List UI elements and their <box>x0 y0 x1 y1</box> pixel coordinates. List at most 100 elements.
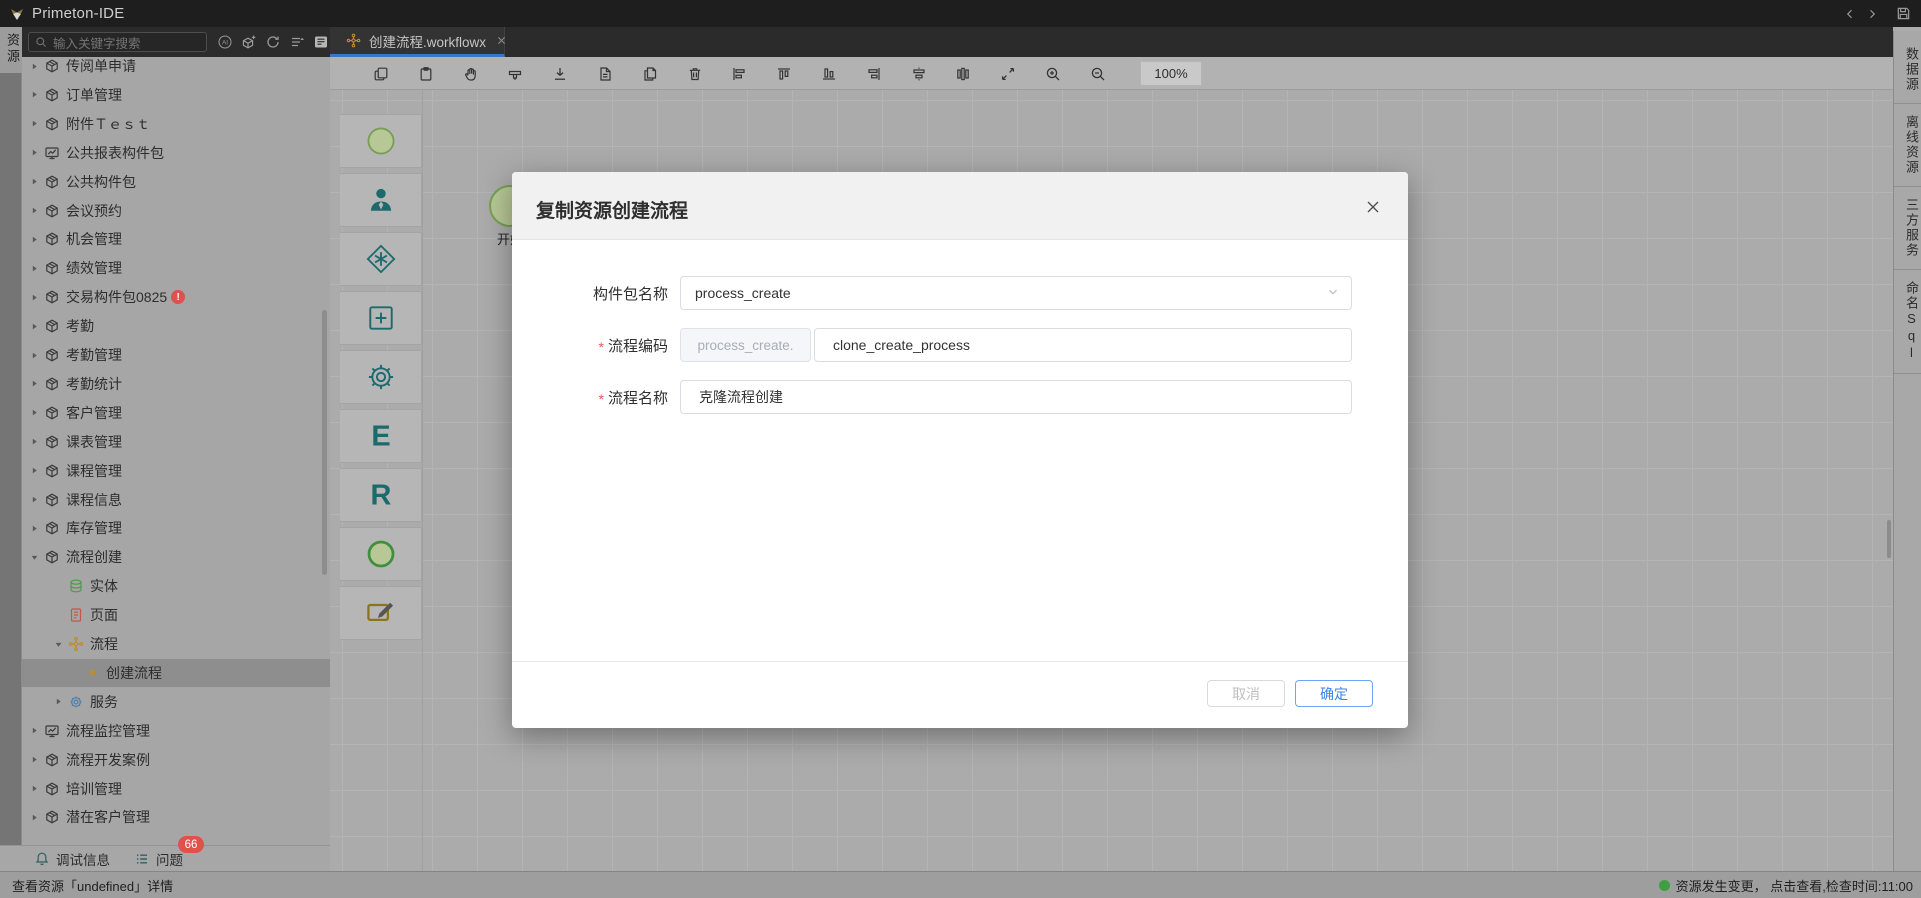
caret-right-icon[interactable] <box>30 322 44 331</box>
search-input[interactable]: 输入关键字搜索 <box>28 32 207 52</box>
align-top-button[interactable] <box>771 61 797 87</box>
status-right[interactable]: 资源发生变更， 点击查看,检查时间:11:00 <box>1659 876 1913 895</box>
hand-button[interactable] <box>458 61 484 87</box>
tab-close-icon[interactable] <box>496 33 507 49</box>
ai-button[interactable]: AI <box>215 33 234 52</box>
caret-right-icon[interactable] <box>30 813 44 822</box>
fit-screen-button[interactable] <box>995 61 1021 87</box>
tree-item[interactable]: 考勤管理 <box>22 341 330 369</box>
tree-item[interactable]: 课程信息 <box>22 486 330 514</box>
delete-button[interactable] <box>682 61 708 87</box>
format-brush-button[interactable] <box>502 61 528 87</box>
caret-right-icon[interactable] <box>30 755 44 764</box>
align-right-button[interactable] <box>861 61 887 87</box>
right-rail-tab[interactable]: 命名Sql <box>1894 270 1921 374</box>
caret-right-icon[interactable] <box>30 408 44 417</box>
tree-item[interactable]: 交易构件包0825! <box>22 283 330 311</box>
tree-item[interactable]: 库存管理 <box>22 514 330 542</box>
cube-plus-button[interactable] <box>239 33 258 52</box>
tree-item[interactable]: 流程监控管理 <box>22 717 330 745</box>
download-button[interactable] <box>547 61 573 87</box>
palette-end-event[interactable] <box>340 527 422 581</box>
tree-scrollbar[interactable] <box>322 310 327 575</box>
caret-right-icon[interactable] <box>30 784 44 793</box>
caret-down-icon[interactable] <box>54 640 68 649</box>
caret-right-icon[interactable] <box>30 264 44 273</box>
tree-item[interactable]: 课表管理 <box>22 428 330 456</box>
tree-item[interactable]: 页面 <box>22 601 330 629</box>
tree-item[interactable]: 课程管理 <box>22 457 330 485</box>
palette-resource-r[interactable]: R <box>340 468 422 522</box>
caret-right-icon[interactable] <box>30 119 44 128</box>
tree-item[interactable]: 实体 <box>22 572 330 600</box>
caret-right-icon[interactable] <box>30 293 44 302</box>
palette-user-task[interactable] <box>340 173 422 227</box>
tree-item[interactable]: 考勤 <box>22 312 330 340</box>
dialog-close-icon[interactable] <box>1362 196 1384 218</box>
caret-right-icon[interactable] <box>30 466 44 475</box>
debug-info-button[interactable]: 调试信息 <box>34 849 110 869</box>
caret-down-icon[interactable] <box>30 553 44 562</box>
nav-forward-icon[interactable] <box>1861 3 1883 25</box>
process-name-input[interactable]: 克隆流程创建 <box>680 380 1352 414</box>
panel-dark-button[interactable] <box>311 33 330 52</box>
ok-button[interactable]: 确定 <box>1295 680 1373 707</box>
canvas-scrollbar[interactable] <box>1887 520 1891 558</box>
zoom-out-button[interactable] <box>1085 61 1111 87</box>
palette-annotation[interactable] <box>340 586 422 640</box>
tree-item[interactable]: 服务 <box>22 688 330 716</box>
palette-start-event[interactable] <box>340 114 422 168</box>
right-rail-tab[interactable]: 三方服务 <box>1894 187 1921 270</box>
caret-right-icon[interactable] <box>30 726 44 735</box>
palette-entity-e[interactable]: E <box>340 409 422 463</box>
tree-item[interactable]: 绩效管理 <box>22 254 330 282</box>
tab-create-process-workflowx[interactable]: 创建流程.workflowx <box>330 27 505 57</box>
zoom-in-button[interactable] <box>1040 61 1066 87</box>
paste-button[interactable] <box>413 61 439 87</box>
file-button[interactable] <box>592 61 618 87</box>
save-icon[interactable] <box>1891 3 1915 25</box>
caret-right-icon[interactable] <box>30 351 44 360</box>
palette-gateway[interactable] <box>340 232 422 286</box>
tree-item[interactable]: 流程 <box>22 630 330 658</box>
tree-item[interactable]: 流程创建 <box>22 543 330 571</box>
caret-right-icon[interactable] <box>30 235 44 244</box>
tree-item[interactable]: 流程开发案例 <box>22 746 330 774</box>
tree-item[interactable]: 培训管理 <box>22 775 330 803</box>
tree-item[interactable]: 机会管理 <box>22 225 330 253</box>
tree-item[interactable]: 会议预约 <box>22 197 330 225</box>
align-bottom-button[interactable] <box>816 61 842 87</box>
copy-file-button[interactable] <box>637 61 663 87</box>
tree-item[interactable]: 订单管理 <box>22 81 330 109</box>
refresh-button[interactable] <box>263 33 282 52</box>
distribute-horizontal-button[interactable] <box>950 61 976 87</box>
palette-subprocess[interactable] <box>340 291 422 345</box>
tree-item[interactable]: 传阅单申请 <box>22 57 330 80</box>
caret-right-icon[interactable] <box>30 148 44 157</box>
problems-button[interactable]: 问题 <box>134 849 183 869</box>
caret-right-icon[interactable] <box>54 697 68 706</box>
nav-back-icon[interactable] <box>1839 3 1861 25</box>
right-rail-tab[interactable]: 离线资源 <box>1894 104 1921 187</box>
right-rail-tab[interactable]: 数据源 <box>1894 36 1921 104</box>
palette-service-task[interactable] <box>340 350 422 404</box>
sort-list-button[interactable] <box>287 33 306 52</box>
tree-item[interactable]: 考勤统计 <box>22 370 330 398</box>
caret-right-icon[interactable] <box>30 495 44 504</box>
caret-right-icon[interactable] <box>30 379 44 388</box>
package-name-select[interactable]: process_create <box>680 276 1352 310</box>
tree-item[interactable]: 创建流程 <box>22 659 330 687</box>
caret-right-icon[interactable] <box>30 437 44 446</box>
zoom-level-box[interactable]: 100% <box>1140 61 1202 86</box>
status-left-text[interactable]: 查看资源「undefined」详情 <box>12 876 173 895</box>
caret-right-icon[interactable] <box>30 206 44 215</box>
align-left-button[interactable] <box>726 61 752 87</box>
align-center-button[interactable] <box>906 61 932 87</box>
copy-button[interactable] <box>368 61 394 87</box>
caret-right-icon[interactable] <box>30 524 44 533</box>
left-rail-tab-resources[interactable]: 资源 <box>0 27 22 73</box>
process-code-input[interactable]: clone_create_process <box>814 328 1352 362</box>
tree-item[interactable]: 公共构件包 <box>22 168 330 196</box>
tree-item[interactable]: 公共报表构件包 <box>22 139 330 167</box>
caret-right-icon[interactable] <box>30 62 44 71</box>
